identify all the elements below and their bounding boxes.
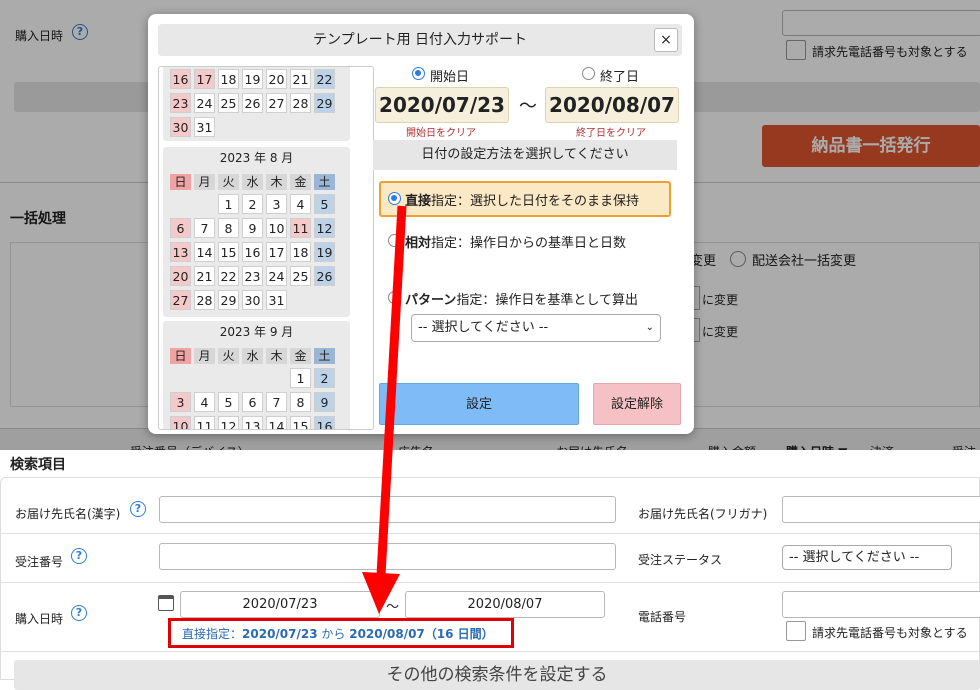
red-arrow-annotation (362, 205, 407, 614)
arrow-head-icon (362, 572, 400, 614)
arrow-shaft (376, 205, 407, 576)
